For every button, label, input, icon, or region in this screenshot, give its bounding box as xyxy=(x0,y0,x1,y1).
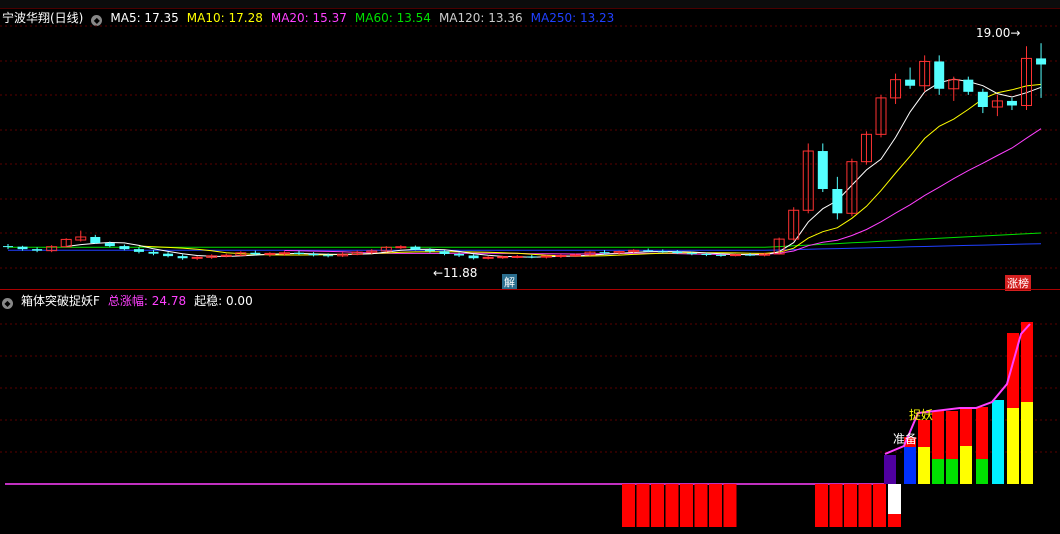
indicator-chart[interactable] xyxy=(0,304,1060,534)
candle-body xyxy=(555,255,567,258)
candle-body xyxy=(17,246,28,250)
indicator-bar-positive xyxy=(976,459,988,484)
candle-body xyxy=(3,246,13,248)
indicator-bar-negative xyxy=(694,484,708,527)
indicator-bar-positive xyxy=(946,411,958,459)
ma20-line xyxy=(284,128,1042,256)
candle-body xyxy=(569,254,581,257)
candle-body xyxy=(250,252,261,255)
candle-body xyxy=(482,256,494,259)
candle-body xyxy=(278,252,290,255)
indicator-bar-negative xyxy=(622,484,635,527)
candle-body xyxy=(264,252,276,255)
candle-body xyxy=(643,250,654,252)
candle-body xyxy=(323,255,334,257)
candle-body xyxy=(540,255,552,258)
candle-body xyxy=(511,255,523,258)
candle-body xyxy=(439,251,450,254)
indicator-bar-negative xyxy=(651,484,664,527)
candle-body xyxy=(745,254,756,256)
indicator-bar-positive xyxy=(918,447,930,484)
candle-body xyxy=(657,251,668,253)
indicator-bar-white xyxy=(888,484,901,514)
candle-body xyxy=(730,254,741,257)
candle-body xyxy=(454,253,465,256)
indicator-bar-positive xyxy=(1021,402,1033,484)
candle-body xyxy=(1006,100,1017,106)
candle-body xyxy=(133,249,144,252)
indicator-bar-positive xyxy=(932,459,944,484)
candle-body xyxy=(526,256,537,258)
candle-body xyxy=(599,252,610,254)
ma10-line xyxy=(138,83,1042,257)
candle-body xyxy=(424,249,435,252)
indicator-bar-positive xyxy=(960,446,972,484)
top-toolbar xyxy=(0,0,1060,9)
candle-body xyxy=(934,61,945,89)
candle-body xyxy=(308,253,319,256)
indicator-bar-negative xyxy=(844,484,857,527)
indicator-bar-positive xyxy=(918,420,930,447)
candle-body xyxy=(672,251,683,254)
indicator-bar-positive xyxy=(884,455,896,484)
candle-body xyxy=(148,251,159,254)
candle-body xyxy=(410,246,421,250)
candle-body xyxy=(832,189,843,214)
candle-body xyxy=(905,79,916,86)
indicator-bar-positive xyxy=(1007,408,1019,484)
candle-body xyxy=(817,151,828,189)
indicator-bar-positive xyxy=(932,411,944,459)
candle-body xyxy=(163,253,174,257)
candle-body xyxy=(715,254,726,256)
zhunbei-label: 准备 xyxy=(893,432,918,446)
candle-body xyxy=(191,256,203,259)
indicator-bar-negative xyxy=(815,484,828,527)
indicator-bar-negative xyxy=(888,514,901,527)
indicator-bar-negative xyxy=(873,484,886,527)
candle-body xyxy=(701,253,712,255)
candle-body xyxy=(177,256,188,259)
indicator-bar-negative xyxy=(665,484,679,527)
indicator-bar-positive xyxy=(946,459,958,484)
ma60-line xyxy=(8,232,1042,248)
ma5-line xyxy=(66,78,1042,258)
indicator-bar-negative xyxy=(636,484,650,527)
indicator-bar-negative xyxy=(723,484,737,527)
indicator-bar-negative xyxy=(829,484,843,527)
indicator-bar-negative xyxy=(858,484,872,527)
indicator-bar-positive xyxy=(960,409,972,446)
candle-body xyxy=(468,255,479,259)
indicator-bar-positive xyxy=(1021,322,1033,402)
candle-body xyxy=(1036,58,1047,65)
indicator-bar-positive xyxy=(904,447,916,484)
candlestick-chart[interactable] xyxy=(0,18,1060,288)
zhuoyao-label: 捉妖 xyxy=(909,408,934,422)
high-price-label: 19.00→ xyxy=(976,26,1021,40)
candle-body xyxy=(497,256,509,259)
candle-body xyxy=(977,91,988,107)
candle-body xyxy=(104,243,115,247)
indicator-bar-positive xyxy=(992,400,1004,484)
low-price-label: ←11.88 xyxy=(433,266,478,280)
indicator-bar-negative xyxy=(709,484,722,527)
candle-body xyxy=(32,249,43,251)
candle-body xyxy=(395,246,407,249)
candle-body xyxy=(963,79,974,92)
candle-body xyxy=(294,252,304,254)
candle-body xyxy=(220,254,232,257)
indicator-bar-negative xyxy=(680,484,693,527)
candle-body xyxy=(119,246,130,250)
candle-body xyxy=(686,253,697,255)
indicator-bar-positive xyxy=(976,407,988,459)
panel-divider xyxy=(0,289,1060,290)
candle-body xyxy=(90,236,101,244)
jie-badge[interactable]: 解 xyxy=(502,274,517,290)
